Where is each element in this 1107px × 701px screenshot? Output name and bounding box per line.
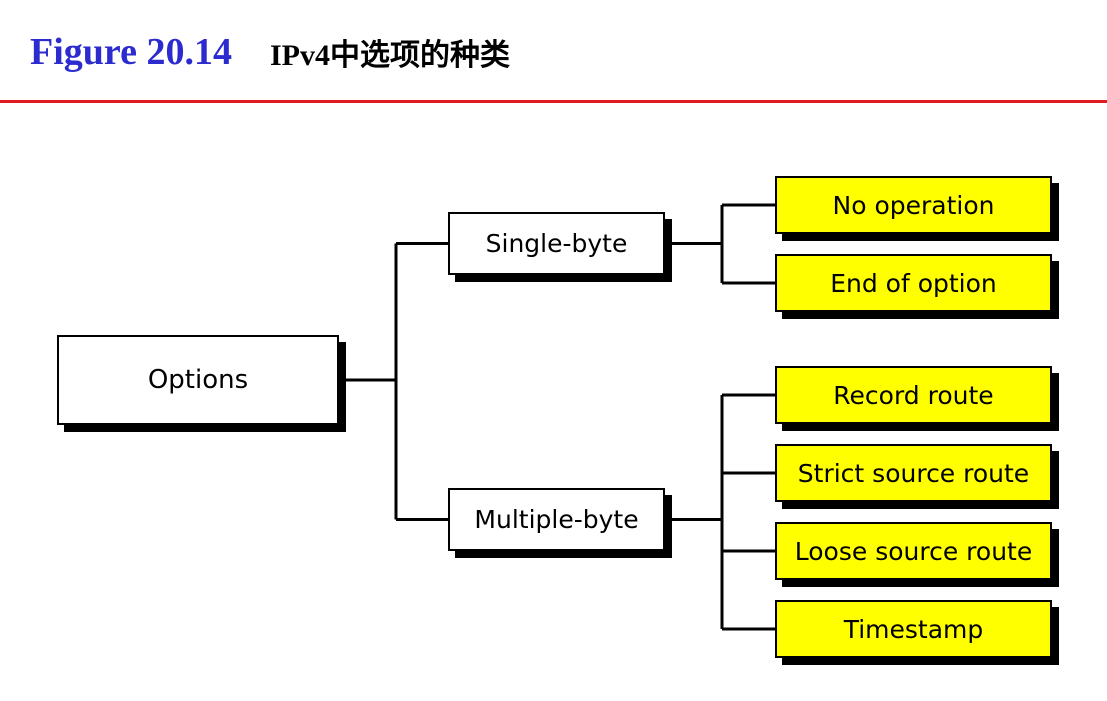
- node-multiple-byte: Multiple-byte: [448, 488, 665, 551]
- options-tree-diagram: Options Single-byte Multiple-byte No ope…: [0, 0, 1107, 701]
- node-loose-source-route: Loose source route: [775, 522, 1052, 580]
- node-options: Options: [57, 335, 339, 425]
- node-record-route: Record route: [775, 366, 1052, 424]
- node-timestamp: Timestamp: [775, 600, 1052, 658]
- node-no-operation: No operation: [775, 176, 1052, 234]
- node-strict-source-route: Strict source route: [775, 444, 1052, 502]
- node-single-byte: Single-byte: [448, 212, 665, 275]
- node-end-of-option: End of option: [775, 254, 1052, 312]
